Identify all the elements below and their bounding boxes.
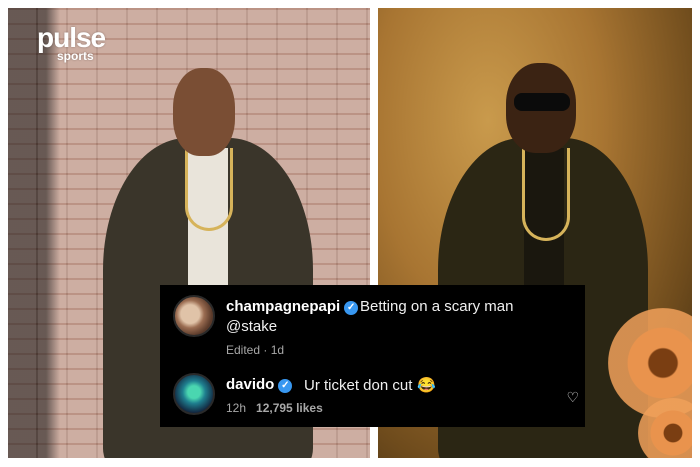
heart-icon[interactable]: ♡ (566, 389, 579, 406)
comment-text: Ur ticket don cut 😂 (304, 376, 436, 394)
comment-username[interactable]: champagnepapi ✓ (226, 298, 359, 315)
laughing-emoji: 😂 (417, 377, 437, 394)
comment-meta: 12h 12,795 likes (226, 401, 323, 415)
username-text[interactable]: davido (226, 376, 274, 393)
verified-badge-icon: ✓ (278, 379, 293, 393)
comment-time: 12h (226, 401, 247, 415)
comment-username[interactable]: davido ✓ (226, 376, 293, 393)
pulse-sports-logo: pulse sports (37, 22, 106, 63)
comment-likes[interactable]: 12,795 likes (256, 401, 323, 415)
instagram-comments-panel: champagnepapi ✓ Betting on a scary man @s… (160, 285, 585, 427)
verified-badge-icon: ✓ (344, 301, 359, 315)
comment-text: Betting on a scary man (360, 298, 514, 315)
avatar-photo-icon[interactable] (173, 373, 215, 415)
comment-text-body: Ur ticket don cut (304, 377, 413, 394)
avatar-photo-icon[interactable] (173, 295, 215, 337)
comment-edited-meta: Edited · 1d (226, 343, 285, 357)
logo-main-text: pulse (37, 22, 106, 53)
comment-mention[interactable]: @stake (226, 318, 277, 335)
username-text[interactable]: champagnepapi (226, 298, 340, 315)
